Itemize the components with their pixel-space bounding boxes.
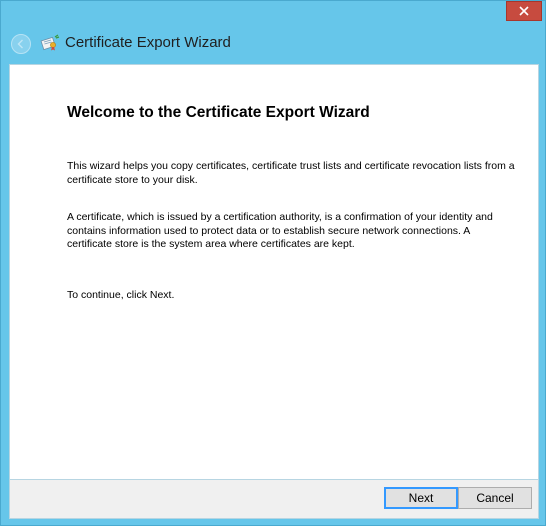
wizard-window: Certificate Export Wizard Welcome to the… <box>0 0 546 526</box>
continue-instruction: To continue, click Next. <box>67 289 175 301</box>
cancel-button[interactable]: Cancel <box>458 487 532 509</box>
certificate-icon <box>40 34 60 51</box>
next-button[interactable]: Next <box>384 487 458 509</box>
wizard-content: Welcome to the Certificate Export Wizard… <box>9 64 539 480</box>
close-button[interactable] <box>506 1 542 21</box>
button-bar: Next Cancel <box>9 480 539 519</box>
wizard-title: Certificate Export Wizard <box>65 34 231 51</box>
back-arrow-icon <box>17 39 23 49</box>
certificate-description-paragraph: A certificate, which is issued by a cert… <box>67 211 493 250</box>
close-icon <box>519 6 529 16</box>
page-heading: Welcome to the Certificate Export Wizard <box>67 104 370 121</box>
intro-paragraph: This wizard helps you copy certificates,… <box>67 160 515 186</box>
back-button[interactable] <box>11 34 31 54</box>
